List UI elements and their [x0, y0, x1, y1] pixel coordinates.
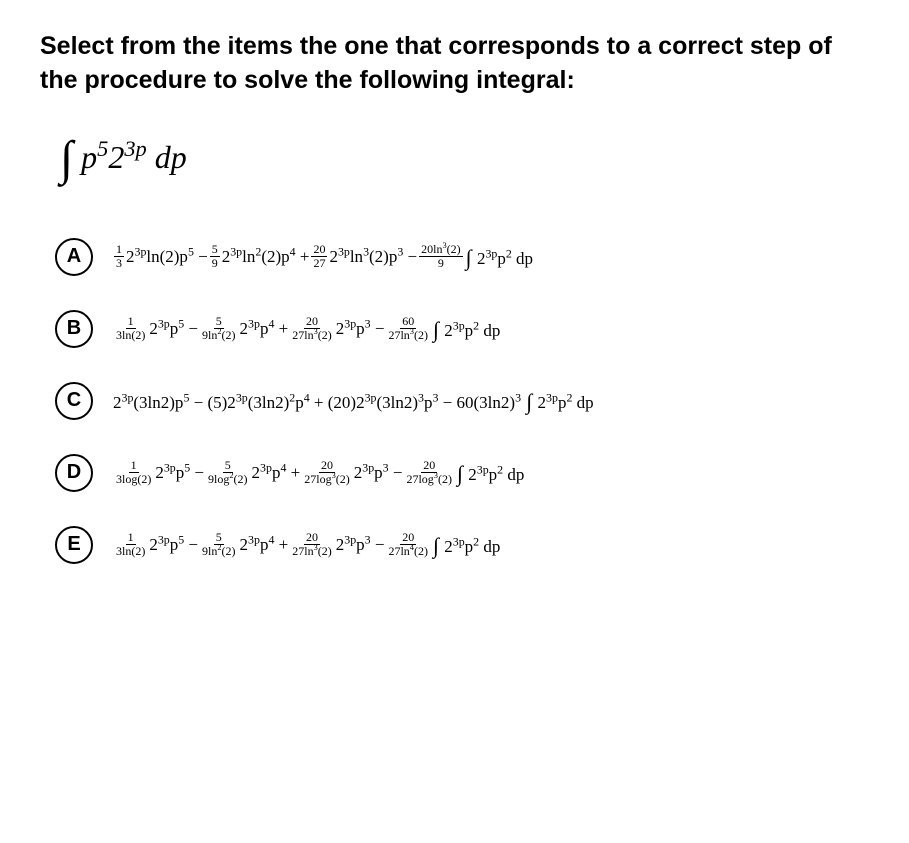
options-list: A 1323pln(2)p5 − 5923pln2(2)p4 + 202723p… [50, 233, 869, 569]
question-prompt: Select from the items the one that corre… [40, 30, 869, 98]
option-expression: 13log(2)23pp5 − 59log2(2)23pp4 + 2027log… [113, 459, 524, 485]
option-label-d: D [55, 454, 93, 492]
option-label-b: B [55, 310, 93, 348]
option-c[interactable]: C 23p(3ln2)p5 − (5)23p(3ln2)2p4 + (20)23… [50, 377, 869, 425]
option-expression: 13ln(2)23pp5 − 59ln2(2)23pp4 + 2027ln3(2… [113, 315, 500, 341]
option-d[interactable]: D 13log(2)23pp5 − 59log2(2)23pp4 + 2027l… [50, 449, 869, 497]
option-expression: 13ln(2)23pp5 − 59ln2(2)23pp4 + 2027ln3(2… [113, 531, 500, 557]
option-b[interactable]: B 13ln(2)23pp5 − 59ln2(2)23pp4 + 2027ln3… [50, 305, 869, 353]
option-expression: 1323pln(2)p5 − 5923pln2(2)p4 + 202723pln… [113, 243, 533, 269]
option-e[interactable]: E 13ln(2)23pp5 − 59ln2(2)23pp4 + 2027ln3… [50, 521, 869, 569]
integral-expression: ∫ p523p dp [60, 133, 869, 188]
option-a[interactable]: A 1323pln(2)p5 − 5923pln2(2)p4 + 202723p… [50, 233, 869, 281]
option-label-a: A [55, 238, 93, 276]
option-expression: 23p(3ln2)p5 − (5)23p(3ln2)2p4 + (20)23p(… [113, 388, 594, 414]
option-label-e: E [55, 526, 93, 564]
option-label-c: C [55, 382, 93, 420]
